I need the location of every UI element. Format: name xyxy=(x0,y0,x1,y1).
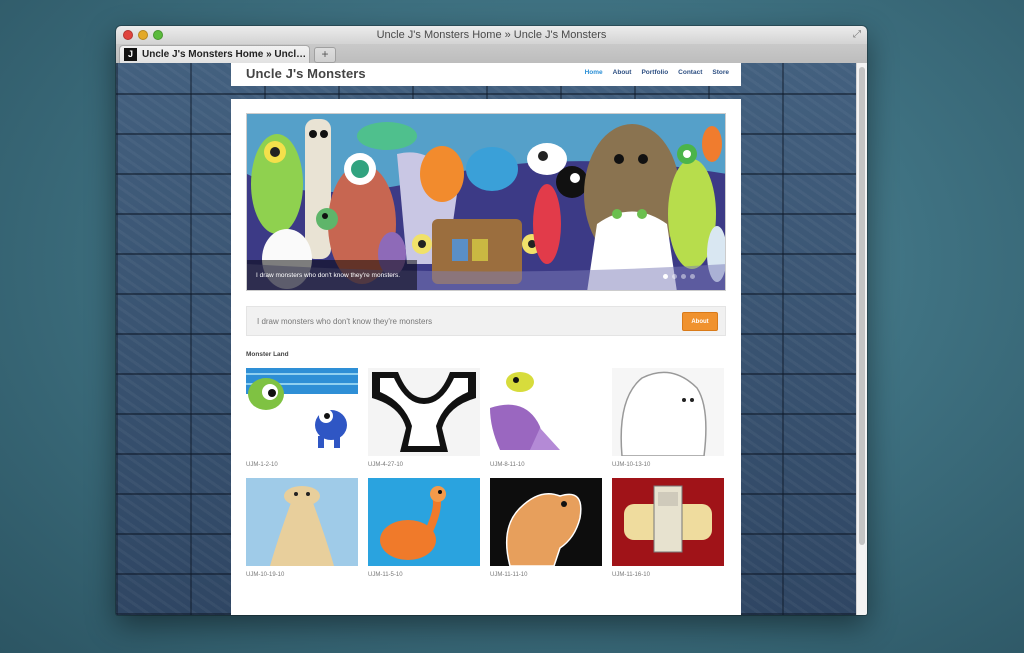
gallery-item[interactable]: UJM-11-16-10 xyxy=(612,478,724,578)
slider-dot-3[interactable] xyxy=(681,274,686,279)
site-title[interactable]: Uncle J's Monsters xyxy=(246,66,366,81)
scrollbar-thumb[interactable] xyxy=(859,67,865,545)
gallery-thumbnail[interactable] xyxy=(612,368,724,456)
gallery-item[interactable]: UJM-11-5-10 xyxy=(368,478,480,578)
gallery-thumbnail[interactable] xyxy=(368,368,480,456)
slider-dot-4[interactable] xyxy=(690,274,695,279)
nav-portfolio[interactable]: Portfolio xyxy=(641,69,668,76)
gallery-caption: UJM-11-11-10 xyxy=(490,572,528,578)
gallery-item[interactable]: UJM-11-11-10 xyxy=(490,478,602,578)
gallery-thumbnail[interactable] xyxy=(612,478,724,566)
slider-dot-2[interactable] xyxy=(672,274,677,279)
promo-text: I draw monsters who don't know they're m… xyxy=(257,317,433,326)
gallery-caption: UJM-4-27-10 xyxy=(368,462,404,468)
page-viewport: Uncle J's Monsters Home About Portfolio … xyxy=(116,63,856,615)
nav-store[interactable]: Store xyxy=(712,69,729,76)
gallery-item[interactable]: UJM-4-27-10 xyxy=(368,368,480,468)
hero-slider[interactable]: I draw monsters who don't know they're m… xyxy=(246,113,726,291)
about-button[interactable]: About xyxy=(682,312,718,331)
gallery-item[interactable]: UJM-1-2-10 xyxy=(246,368,358,468)
hero-caption: I draw monsters who don't know they're m… xyxy=(247,260,417,290)
title-bar: Uncle J's Monsters Home » Uncle J's Mons… xyxy=(116,26,867,45)
vertical-scrollbar[interactable] xyxy=(856,63,867,615)
gallery-thumbnail[interactable] xyxy=(246,478,358,566)
gallery-caption: UJM-10-13-10 xyxy=(612,462,651,468)
favicon-icon: J xyxy=(124,48,137,61)
gallery-thumbnail[interactable] xyxy=(246,368,358,456)
gallery-heading: Monster Land xyxy=(246,351,289,358)
browser-window: Uncle J's Monsters Home » Uncle J's Mons… xyxy=(116,26,867,615)
slider-dots xyxy=(663,274,695,279)
slider-dot-1[interactable] xyxy=(663,274,668,279)
browser-tab[interactable]: J Uncle J's Monsters Home » Uncl… xyxy=(119,45,310,63)
nav-home[interactable]: Home xyxy=(585,69,603,76)
gallery-caption: UJM-11-5-10 xyxy=(368,572,403,578)
gallery-caption: UJM-1-2-10 xyxy=(246,462,278,468)
site-header: Uncle J's Monsters Home About Portfolio … xyxy=(231,63,741,86)
gallery-item[interactable]: UJM-10-13-10 xyxy=(612,368,724,468)
new-tab-button[interactable]: + xyxy=(314,47,336,63)
gallery-caption: UJM-10-19-10 xyxy=(246,572,285,578)
gallery-thumbnail[interactable] xyxy=(368,478,480,566)
gallery-caption: UJM-11-16-10 xyxy=(612,572,650,578)
tab-label: Uncle J's Monsters Home » Uncl… xyxy=(142,49,307,60)
gallery-thumbnail[interactable] xyxy=(490,368,602,456)
hero-caption-text: I draw monsters who don't know they're m… xyxy=(256,272,401,279)
gallery-thumbnail[interactable] xyxy=(490,478,602,566)
promo-box: I draw monsters who don't know they're m… xyxy=(246,306,726,336)
nav-contact[interactable]: Contact xyxy=(678,69,702,76)
content-area: I draw monsters who don't know they're m… xyxy=(231,99,741,615)
window-title: Uncle J's Monsters Home » Uncle J's Mons… xyxy=(376,29,607,41)
fullscreen-icon[interactable]: ⤢ xyxy=(853,29,861,40)
gallery-caption: UJM-8-11-10 xyxy=(490,462,525,468)
gallery-item[interactable]: UJM-8-11-10 xyxy=(490,368,602,468)
main-nav: Home About Portfolio Contact Store xyxy=(585,69,729,76)
nav-about[interactable]: About xyxy=(613,69,632,76)
gallery-item[interactable]: UJM-10-19-10 xyxy=(246,478,358,578)
tab-bar: J Uncle J's Monsters Home » Uncl… + xyxy=(116,44,867,64)
